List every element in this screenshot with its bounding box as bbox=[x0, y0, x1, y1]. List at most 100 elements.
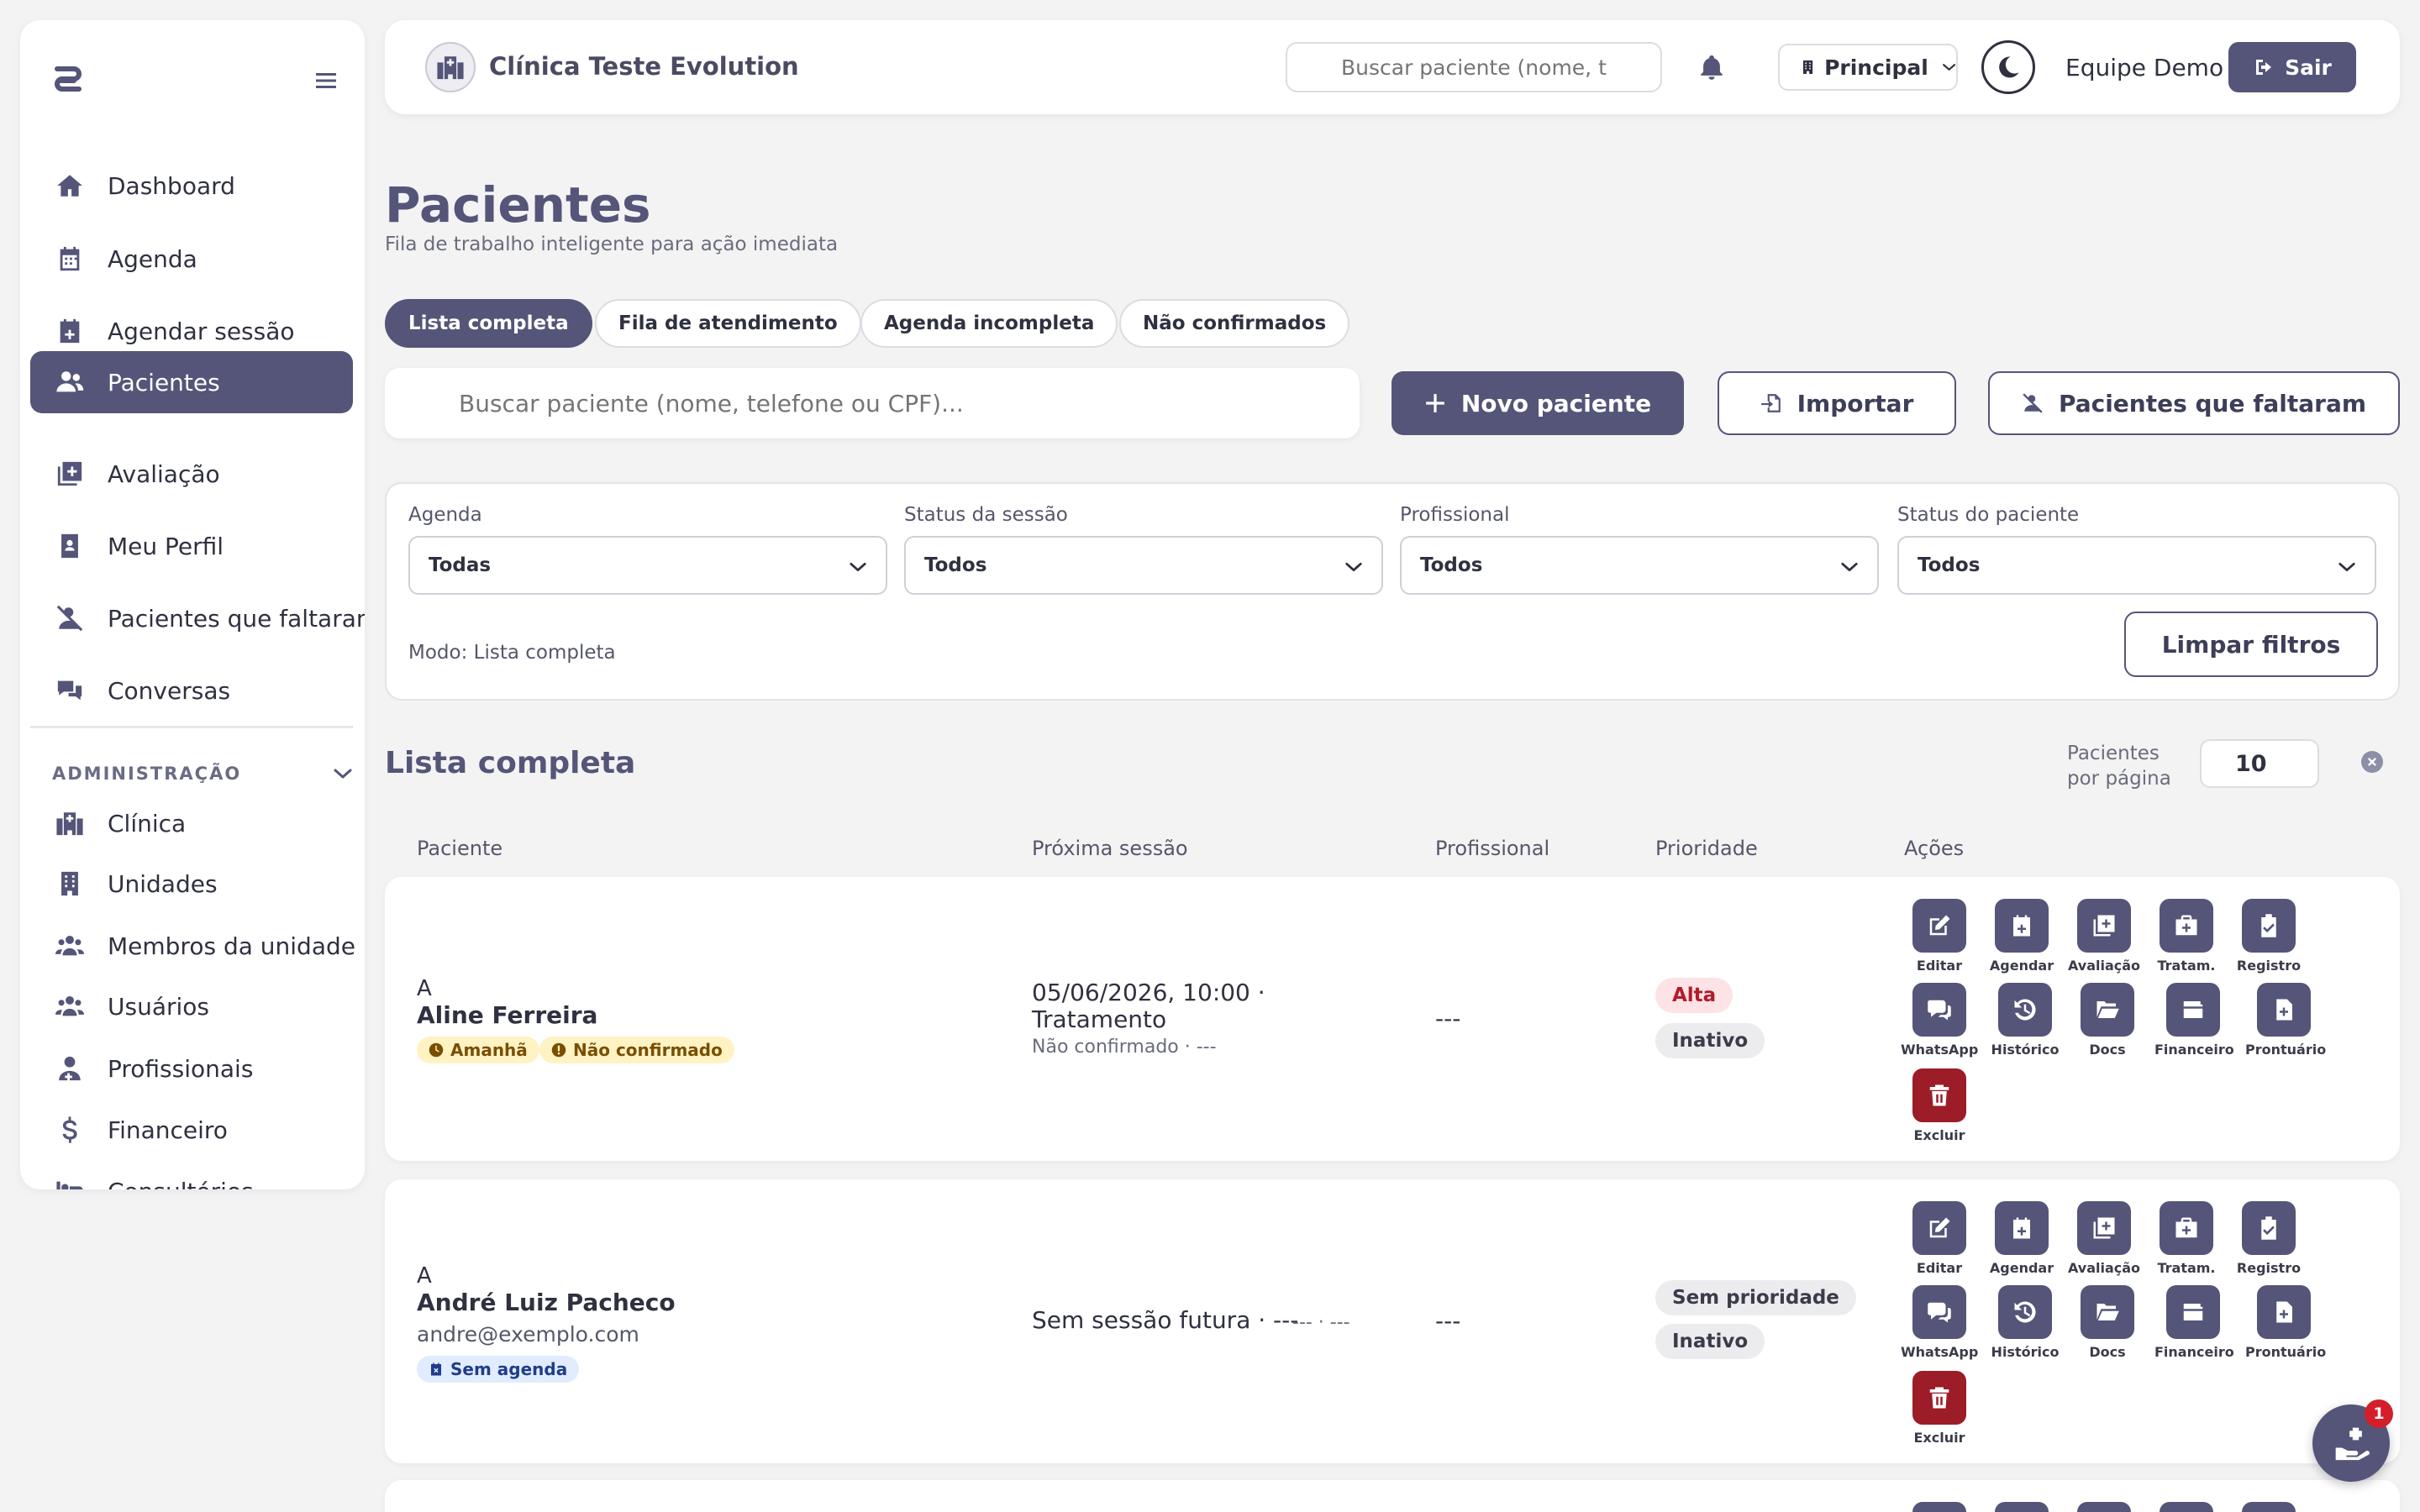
delete-button[interactable]: Excluir bbox=[1901, 1371, 1978, 1446]
menu-toggle-icon[interactable] bbox=[316, 72, 346, 96]
schedule-button[interactable] bbox=[1983, 1502, 2060, 1512]
action-label: Agendar bbox=[1989, 958, 2054, 974]
whatsapp-button[interactable]: WhatsApp bbox=[1901, 983, 1978, 1058]
next-session-line: Tratamento bbox=[1032, 1005, 1167, 1033]
sidebar-item-membros-da-unidade[interactable]: Membros da unidade bbox=[30, 915, 355, 977]
medkit-icon bbox=[2174, 1215, 2199, 1241]
sidebar-item-label: Financeiro bbox=[108, 1116, 228, 1144]
sidebar-item-conversas[interactable]: Conversas bbox=[30, 659, 353, 722]
schedule-button[interactable]: Agendar bbox=[1983, 899, 2060, 974]
clipboard-check-icon bbox=[2256, 1215, 2281, 1241]
chevron-down-icon bbox=[2338, 561, 2356, 573]
edit-button[interactable] bbox=[1901, 1502, 1978, 1512]
schedule-button[interactable]: Agendar bbox=[1983, 1201, 2060, 1276]
trash-icon bbox=[1927, 1083, 1952, 1108]
record-button[interactable]: Registro bbox=[2230, 899, 2307, 974]
medical-record-button[interactable]: Prontuário bbox=[2245, 983, 2326, 1058]
sidebar-item-meu-perfil[interactable]: Meu Perfil bbox=[30, 515, 353, 577]
plus-square-icon bbox=[55, 459, 84, 488]
action-label: Avaliação bbox=[2067, 958, 2141, 974]
action-label: Tratam. bbox=[2157, 1260, 2216, 1276]
treatment-button[interactable]: Tratam. bbox=[2148, 1201, 2225, 1276]
missed-patients-button[interactable]: Pacientes que faltaram bbox=[1988, 371, 2400, 435]
filter-mode-text: Modo: Lista completa bbox=[408, 642, 616, 664]
filter-professional-select[interactable]: Todos bbox=[1400, 536, 1879, 595]
financial-button[interactable]: Financeiro bbox=[2154, 983, 2234, 1058]
record-button[interactable]: Registro bbox=[2230, 1201, 2307, 1276]
sidebar-item-pacientes-que-faltaram[interactable]: Pacientes que faltaram bbox=[30, 587, 365, 649]
user-doctor-icon bbox=[55, 1054, 84, 1083]
sidebar-item-profissionais[interactable]: Profissionais bbox=[30, 1037, 353, 1100]
edit-button[interactable]: Editar bbox=[1901, 1201, 1978, 1276]
record-button[interactable] bbox=[2230, 1502, 2307, 1512]
close-icon[interactable] bbox=[2361, 751, 2383, 773]
patient-search-input[interactable] bbox=[385, 368, 1360, 438]
tab-nao-confirmados[interactable]: Não confirmados bbox=[1119, 299, 1350, 348]
moon-icon bbox=[1996, 55, 2021, 80]
treatment-button[interactable]: Tratam. bbox=[2148, 899, 2225, 974]
calendar-plus-icon bbox=[55, 317, 84, 345]
sidebar-item-label: Meu Perfil bbox=[108, 532, 224, 560]
tab-agenda-incompleta[interactable]: Agenda incompleta bbox=[860, 299, 1118, 348]
patient-name[interactable]: Aline Ferreira bbox=[417, 1001, 597, 1029]
new-patient-button[interactable]: Novo paciente bbox=[1392, 371, 1684, 435]
whatsapp-button[interactable]: WhatsApp bbox=[1901, 1285, 1978, 1360]
filter-agenda-select[interactable]: Todas bbox=[408, 536, 887, 595]
sidebar-item-dashboard[interactable]: Dashboard bbox=[30, 155, 353, 217]
filter-patient-status-select[interactable]: Todos bbox=[1897, 536, 2376, 595]
docs-button[interactable]: Docs bbox=[2069, 1285, 2146, 1360]
column-header-prioridade: Prioridade bbox=[1655, 837, 1758, 860]
hospital-icon bbox=[436, 53, 465, 81]
edit-button[interactable]: Editar bbox=[1901, 899, 1978, 974]
page-subtitle: Fila de trabalho inteligente para ação i… bbox=[385, 234, 839, 255]
sidebar-item-avaliacao[interactable]: Avaliação bbox=[30, 443, 353, 505]
sidebar-item-label: Agenda bbox=[108, 244, 197, 273]
action-label: Prontuário bbox=[2245, 1344, 2327, 1360]
professional-value: --- bbox=[1435, 1005, 1461, 1032]
sidebar-item-label: Agendar sessão bbox=[108, 317, 295, 345]
sidebar-item-consultorios[interactable]: Consultórios bbox=[30, 1160, 353, 1189]
plus-square-icon bbox=[2091, 1215, 2117, 1241]
import-button[interactable]: Importar bbox=[1718, 371, 1956, 435]
evaluation-button[interactable]: Avaliação bbox=[2065, 1201, 2143, 1276]
header-search-input[interactable] bbox=[1286, 42, 1662, 92]
chip-label: Sem agenda bbox=[450, 1359, 568, 1379]
sidebar-item-unidades[interactable]: Unidades bbox=[30, 853, 353, 915]
chevron-down-icon[interactable] bbox=[333, 767, 353, 780]
patient-name[interactable]: André Luiz Pacheco bbox=[417, 1289, 676, 1316]
clear-filters-button[interactable]: Limpar filtros bbox=[2124, 612, 2378, 677]
user-slash-icon bbox=[55, 604, 84, 633]
unit-selector[interactable]: Principal bbox=[1778, 44, 1958, 91]
evaluation-button[interactable] bbox=[2065, 1502, 2143, 1512]
per-page-input[interactable]: 10 bbox=[2200, 739, 2319, 788]
action-label: Tratam. bbox=[2157, 958, 2216, 974]
chip-label: Amanhã bbox=[450, 1040, 528, 1060]
bell-icon[interactable] bbox=[1697, 52, 1726, 82]
filter-patient-status-label: Status do paciente bbox=[1897, 504, 2080, 526]
history-button[interactable]: Histórico bbox=[1986, 983, 2064, 1058]
history-button[interactable]: Histórico bbox=[1986, 1285, 2064, 1360]
medical-record-button[interactable]: Prontuário bbox=[2245, 1285, 2327, 1360]
sidebar-item-usuarios[interactable]: Usuários bbox=[30, 975, 353, 1037]
sidebar-item-label: Usuários bbox=[108, 992, 209, 1021]
theme-toggle-button[interactable] bbox=[1981, 40, 2035, 94]
tab-fila-de-atendimento[interactable]: Fila de atendimento bbox=[595, 299, 861, 348]
folder-icon bbox=[2095, 997, 2120, 1022]
sidebar-section-title[interactable]: ADMINISTRAÇÃO bbox=[52, 764, 355, 784]
delete-button[interactable]: Excluir bbox=[1901, 1068, 1978, 1143]
evaluation-button[interactable]: Avaliação bbox=[2065, 899, 2143, 974]
financial-button[interactable]: Financeiro bbox=[2154, 1285, 2234, 1360]
per-page-label: Pacientes por página bbox=[2067, 741, 2171, 791]
docs-button[interactable]: Docs bbox=[2069, 983, 2146, 1058]
per-page-label-line: Pacientes bbox=[2067, 743, 2160, 764]
treatment-button[interactable] bbox=[2148, 1502, 2225, 1512]
filter-session-status-select[interactable]: Todos bbox=[904, 536, 1383, 595]
sidebar-item-pacientes[interactable]: Pacientes bbox=[30, 351, 353, 413]
tab-lista-completa[interactable]: Lista completa bbox=[385, 299, 592, 348]
sidebar-item-clinica[interactable]: Clínica bbox=[30, 792, 353, 854]
app-logo-icon[interactable] bbox=[50, 62, 121, 104]
calendar-plus-icon bbox=[2009, 913, 2034, 938]
sidebar-item-financeiro[interactable]: Financeiro bbox=[30, 1099, 353, 1161]
logout-button[interactable]: Sair bbox=[2228, 42, 2356, 92]
sidebar-item-agenda[interactable]: Agenda bbox=[30, 228, 353, 290]
